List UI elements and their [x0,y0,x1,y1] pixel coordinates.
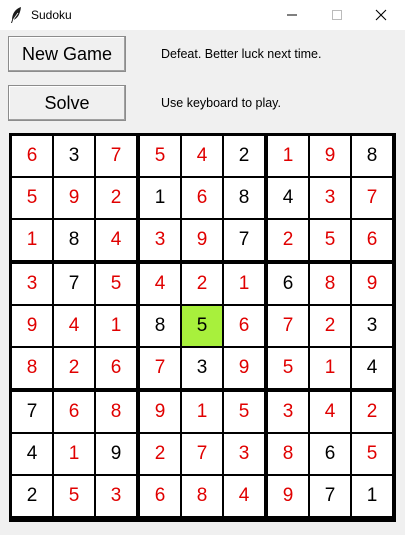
sudoku-cell[interactable]: 5 [140,136,180,176]
maximize-icon [331,10,342,20]
sudoku-cell[interactable]: 4 [12,434,52,474]
sudoku-cell[interactable]: 7 [352,178,392,218]
sudoku-cell[interactable]: 2 [352,392,392,432]
sudoku-cell[interactable]: 8 [268,434,308,474]
sudoku-cell[interactable]: 9 [140,392,180,432]
sudoku-cell[interactable]: 5 [54,476,94,516]
sudoku-cell[interactable]: 3 [54,136,94,176]
sudoku-cell[interactable]: 4 [268,178,308,218]
sudoku-cell[interactable]: 4 [224,476,264,516]
sudoku-cell[interactable]: 4 [54,306,94,346]
sudoku-cell[interactable]: 9 [268,476,308,516]
sudoku-cell[interactable]: 3 [352,306,392,346]
sudoku-cell[interactable]: 6 [140,476,180,516]
sudoku-cell[interactable]: 5 [352,434,392,474]
sudoku-cell[interactable]: 7 [96,136,136,176]
sudoku-cell[interactable]: 4 [96,220,136,260]
sudoku-cell[interactable]: 6 [268,264,308,304]
keyboard-hint: Use keyboard to play. [161,96,281,110]
sudoku-cell[interactable]: 1 [268,136,308,176]
sudoku-cell[interactable]: 1 [352,476,392,516]
sudoku-cell[interactable]: 1 [12,220,52,260]
sudoku-cell[interactable]: 2 [54,348,94,388]
feather-icon [9,6,25,24]
game-status-message: Defeat. Better luck next time. [161,47,322,61]
sudoku-cell[interactable]: 4 [140,264,180,304]
sudoku-cell[interactable]: 8 [224,178,264,218]
sudoku-cell[interactable]: 8 [12,348,52,388]
sudoku-cell[interactable]: 3 [140,220,180,260]
sudoku-cell[interactable]: 6 [224,306,264,346]
sudoku-cell[interactable]: 9 [96,434,136,474]
sudoku-cell[interactable]: 8 [96,392,136,432]
sudoku-cell[interactable]: 9 [12,306,52,346]
sudoku-cell[interactable]: 8 [352,136,392,176]
sudoku-cell[interactable]: 7 [310,476,350,516]
sudoku-cell[interactable]: 4 [182,136,222,176]
sudoku-cell[interactable]: 1 [224,264,264,304]
sudoku-cell[interactable]: 2 [12,476,52,516]
maximize-button[interactable] [314,0,359,30]
sudoku-cell[interactable]: 5 [224,392,264,432]
sudoku-cell[interactable]: 8 [310,264,350,304]
sudoku-cell[interactable]: 9 [224,348,264,388]
new-game-button[interactable]: New Game [8,36,126,72]
sudoku-cell[interactable]: 9 [352,264,392,304]
close-icon [375,9,386,21]
sudoku-cell[interactable]: 6 [182,178,222,218]
minimize-button[interactable] [269,0,314,30]
sudoku-cell[interactable]: 2 [224,136,264,176]
sudoku-cell[interactable]: 5 [310,220,350,260]
sudoku-cell[interactable]: 9 [182,220,222,260]
sudoku-cell[interactable]: 3 [268,392,308,432]
sudoku-cell[interactable]: 3 [310,178,350,218]
minimize-icon [286,14,297,16]
sudoku-cell[interactable]: 6 [310,434,350,474]
sudoku-cell[interactable]: 5 [268,348,308,388]
title-bar[interactable]: Sudoku [0,0,405,30]
sudoku-cell[interactable]: 1 [54,434,94,474]
sudoku-cell[interactable]: 7 [12,392,52,432]
sudoku-cell[interactable]: 6 [54,392,94,432]
window-title: Sudoku [31,8,72,22]
sudoku-cell[interactable]: 8 [54,220,94,260]
sudoku-cell[interactable]: 8 [140,306,180,346]
sudoku-cell[interactable]: 2 [140,434,180,474]
sudoku-cell[interactable]: 2 [310,306,350,346]
sudoku-cell[interactable]: 6 [352,220,392,260]
sudoku-cell[interactable]: 1 [140,178,180,218]
sudoku-cell[interactable]: 4 [310,392,350,432]
sudoku-board: 6375421985921684371843972563754216899418… [9,133,396,522]
sudoku-cell[interactable]: 3 [224,434,264,474]
sudoku-cell[interactable]: 3 [12,264,52,304]
sudoku-cell[interactable]: 2 [182,264,222,304]
sudoku-cell[interactable]: 8 [182,476,222,516]
sudoku-cell[interactable]: 3 [182,348,222,388]
sudoku-cell[interactable]: 4 [352,348,392,388]
sudoku-cell[interactable]: 7 [268,306,308,346]
sudoku-cell[interactable]: 1 [310,348,350,388]
sudoku-cell[interactable]: 9 [310,136,350,176]
sudoku-cell[interactable]: 5 [96,264,136,304]
sudoku-cell[interactable]: 9 [54,178,94,218]
sudoku-cell[interactable]: 7 [140,348,180,388]
sudoku-cell[interactable]: 1 [96,306,136,346]
sudoku-cell[interactable]: 6 [12,136,52,176]
sudoku-cell[interactable]: 7 [182,434,222,474]
sudoku-cell[interactable]: 1 [182,392,222,432]
sudoku-cell[interactable]: 5 [12,178,52,218]
sudoku-cell[interactable]: 7 [224,220,264,260]
sudoku-cell[interactable]: 7 [54,264,94,304]
sudoku-cell[interactable]: 2 [268,220,308,260]
sudoku-cell[interactable]: 5 [182,306,222,346]
solve-button[interactable]: Solve [8,85,126,121]
close-button[interactable] [358,0,403,30]
sudoku-cell[interactable]: 6 [96,348,136,388]
sudoku-cell[interactable]: 2 [96,178,136,218]
sudoku-cell[interactable]: 3 [96,476,136,516]
